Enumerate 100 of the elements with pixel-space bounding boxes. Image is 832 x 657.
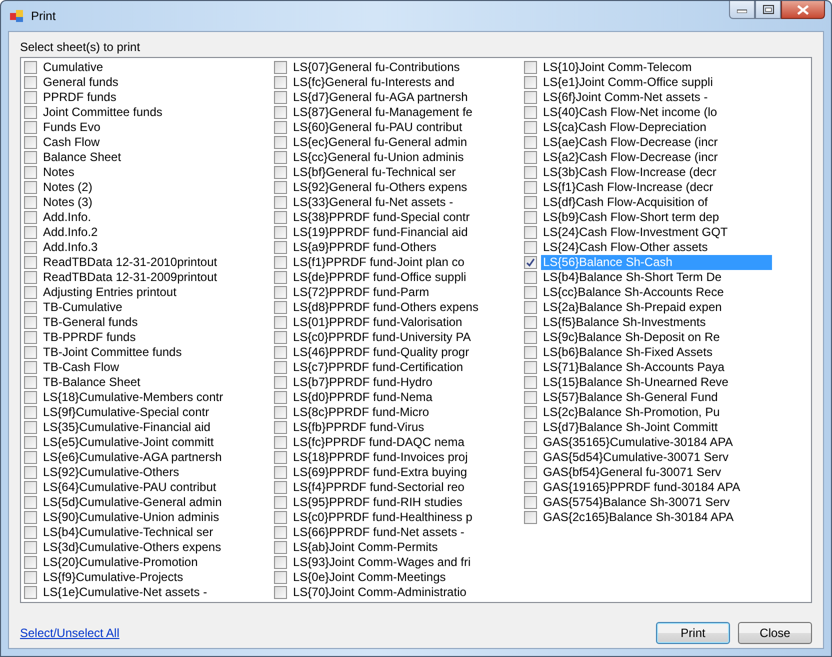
checkbox[interactable] <box>24 421 37 434</box>
checkbox[interactable] <box>274 211 287 224</box>
checkbox[interactable] <box>524 301 537 314</box>
checkbox[interactable] <box>274 451 287 464</box>
sheet-label[interactable]: LS{95}PPRDF fund-RIH studies <box>291 495 464 510</box>
sheet-label[interactable]: LS{92}General fu-Others expens <box>291 180 470 195</box>
sheet-label[interactable]: Cumulative <box>41 60 106 75</box>
checkbox[interactable] <box>24 91 37 104</box>
sheet-label[interactable]: LS{2a}Balance Sh-Prepaid expen <box>541 300 724 315</box>
sheet-label[interactable]: TB-PPRDF funds <box>41 330 138 345</box>
checkbox[interactable] <box>524 211 537 224</box>
checkbox[interactable] <box>24 286 37 299</box>
checkbox[interactable] <box>274 526 287 539</box>
sheet-label[interactable]: TB-Cash Flow <box>41 360 122 375</box>
sheet-label[interactable]: LS{64}Cumulative-PAU contribut <box>41 480 218 495</box>
sheet-label[interactable]: LS{24}Cash Flow-Investment GQT <box>541 225 730 240</box>
checkbox[interactable] <box>24 106 37 119</box>
sheet-label[interactable]: LS{ca}Cash Flow-Depreciation <box>541 120 708 135</box>
checkbox[interactable] <box>524 481 537 494</box>
checkbox[interactable] <box>24 301 37 314</box>
sheet-label[interactable]: LS{bf}General fu-Technical ser <box>291 165 458 180</box>
checkbox[interactable] <box>24 226 37 239</box>
sheet-label[interactable]: TB-Cumulative <box>41 300 124 315</box>
sheet-label[interactable]: LS{c0}PPRDF fund-Healthiness p <box>291 510 474 525</box>
checkbox[interactable] <box>274 316 287 329</box>
sheet-label[interactable]: LS{87}General fu-Management fe <box>291 105 474 120</box>
checkbox[interactable] <box>524 511 537 524</box>
sheet-label[interactable]: LS{69}PPRDF fund-Extra buying <box>291 465 470 480</box>
sheet-label[interactable]: LS{3d}Cumulative-Others expens <box>41 540 224 555</box>
sheet-label[interactable]: Cash Flow <box>41 135 102 150</box>
sheet-label[interactable]: PPRDF funds <box>41 90 118 105</box>
checkbox[interactable] <box>24 76 37 89</box>
sheet-label[interactable]: GAS{19165}PPRDF fund-30184 APA <box>541 480 742 495</box>
sheet-label[interactable]: LS{f5}Balance Sh-Investments <box>541 315 708 330</box>
checkbox[interactable] <box>274 226 287 239</box>
checkbox[interactable] <box>524 406 537 419</box>
sheet-label[interactable]: Add.Info. <box>41 210 94 225</box>
sheet-label[interactable]: LS{07}General fu-Contributions <box>291 60 462 75</box>
sheet-label[interactable]: Balance Sheet <box>41 150 124 165</box>
checkbox[interactable] <box>524 376 537 389</box>
checkbox[interactable] <box>24 316 37 329</box>
checkbox[interactable] <box>24 466 37 479</box>
sheet-label[interactable]: LS{f4}PPRDF fund-Sectorial reo <box>291 480 466 495</box>
checkbox[interactable] <box>274 541 287 554</box>
sheet-label[interactable]: LS{2c}Balance Sh-Promotion, Pu <box>541 405 722 420</box>
sheet-label[interactable]: LS{ae}Cash Flow-Decrease (incr <box>541 135 720 150</box>
sheet-label[interactable]: LS{d0}PPRDF fund-Nema <box>291 390 434 405</box>
checkbox[interactable] <box>24 571 37 584</box>
maximize-button[interactable] <box>755 1 781 19</box>
close-button[interactable] <box>781 1 825 19</box>
checkbox[interactable] <box>274 376 287 389</box>
checkbox[interactable] <box>524 151 537 164</box>
sheet-label[interactable]: LS{f9}Cumulative-Projects <box>41 570 186 585</box>
checkbox[interactable] <box>524 256 537 269</box>
checkbox[interactable] <box>274 286 287 299</box>
sheet-label[interactable]: LS{90}Cumulative-Union adminis <box>41 510 222 525</box>
sheet-label[interactable]: LS{15}Balance Sh-Unearned Reve <box>541 375 730 390</box>
sheet-label[interactable]: LS{38}PPRDF fund-Special contr <box>291 210 472 225</box>
sheet-label[interactable]: LS{fb}PPRDF fund-Virus <box>291 420 426 435</box>
sheet-label[interactable]: TB-General funds <box>41 315 140 330</box>
checkbox[interactable] <box>24 511 37 524</box>
sheet-label[interactable]: LS{3b}Cash Flow-Increase (decr <box>541 165 718 180</box>
sheet-label[interactable]: GAS{5d54}Cumulative-30071 Serv <box>541 450 730 465</box>
sheet-label[interactable]: Add.Info.2 <box>41 225 100 240</box>
checkbox[interactable] <box>274 76 287 89</box>
sheet-label[interactable]: GAS{bf54}General fu-30071 Serv <box>541 465 724 480</box>
sheet-label[interactable]: LS{9f}Cumulative-Special contr <box>41 405 212 420</box>
sheet-label[interactable]: LS{35}Cumulative-Financial aid <box>41 420 212 435</box>
checkbox[interactable] <box>24 121 37 134</box>
minimize-button[interactable] <box>729 1 755 19</box>
checkbox[interactable] <box>524 61 537 74</box>
sheet-label[interactable]: LS{cc}Balance Sh-Accounts Rece <box>541 285 726 300</box>
checkbox[interactable] <box>274 571 287 584</box>
sheet-label[interactable]: LS{6f}Joint Comm-Net assets - <box>541 90 710 105</box>
checkbox[interactable] <box>274 466 287 479</box>
checkbox[interactable] <box>524 121 537 134</box>
checkbox[interactable] <box>24 526 37 539</box>
checkbox[interactable] <box>24 211 37 224</box>
sheet-label[interactable]: LS{18}Cumulative-Members contr <box>41 390 226 405</box>
checkbox[interactable] <box>274 91 287 104</box>
sheet-label[interactable]: LS{71}Balance Sh-Accounts Paya <box>541 360 726 375</box>
sheet-label[interactable]: LS{5d}Cumulative-General admin <box>41 495 224 510</box>
checkbox[interactable] <box>524 466 537 479</box>
checkbox[interactable] <box>24 136 37 149</box>
sheet-label[interactable]: LS{a2}Cash Flow-Decrease (incr <box>541 150 720 165</box>
checkbox[interactable] <box>274 196 287 209</box>
sheet-label[interactable]: LS{40}Cash Flow-Net income (lo <box>541 105 720 120</box>
checkbox[interactable] <box>274 586 287 599</box>
checkbox[interactable] <box>524 271 537 284</box>
checkbox[interactable] <box>524 181 537 194</box>
checkbox[interactable] <box>274 496 287 509</box>
sheet-label[interactable]: Add.Info.3 <box>41 240 100 255</box>
checkbox[interactable] <box>524 436 537 449</box>
checkbox[interactable] <box>274 121 287 134</box>
sheet-label[interactable]: LS{b6}Balance Sh-Fixed Assets <box>541 345 714 360</box>
checkbox[interactable] <box>24 181 37 194</box>
sheet-label[interactable]: LS{20}Cumulative-Promotion <box>41 555 200 570</box>
sheet-label[interactable]: LS{de}PPRDF fund-Office suppli <box>291 270 468 285</box>
checkbox[interactable] <box>274 436 287 449</box>
sheet-label[interactable]: LS{10}Joint Comm-Telecom <box>541 60 694 75</box>
